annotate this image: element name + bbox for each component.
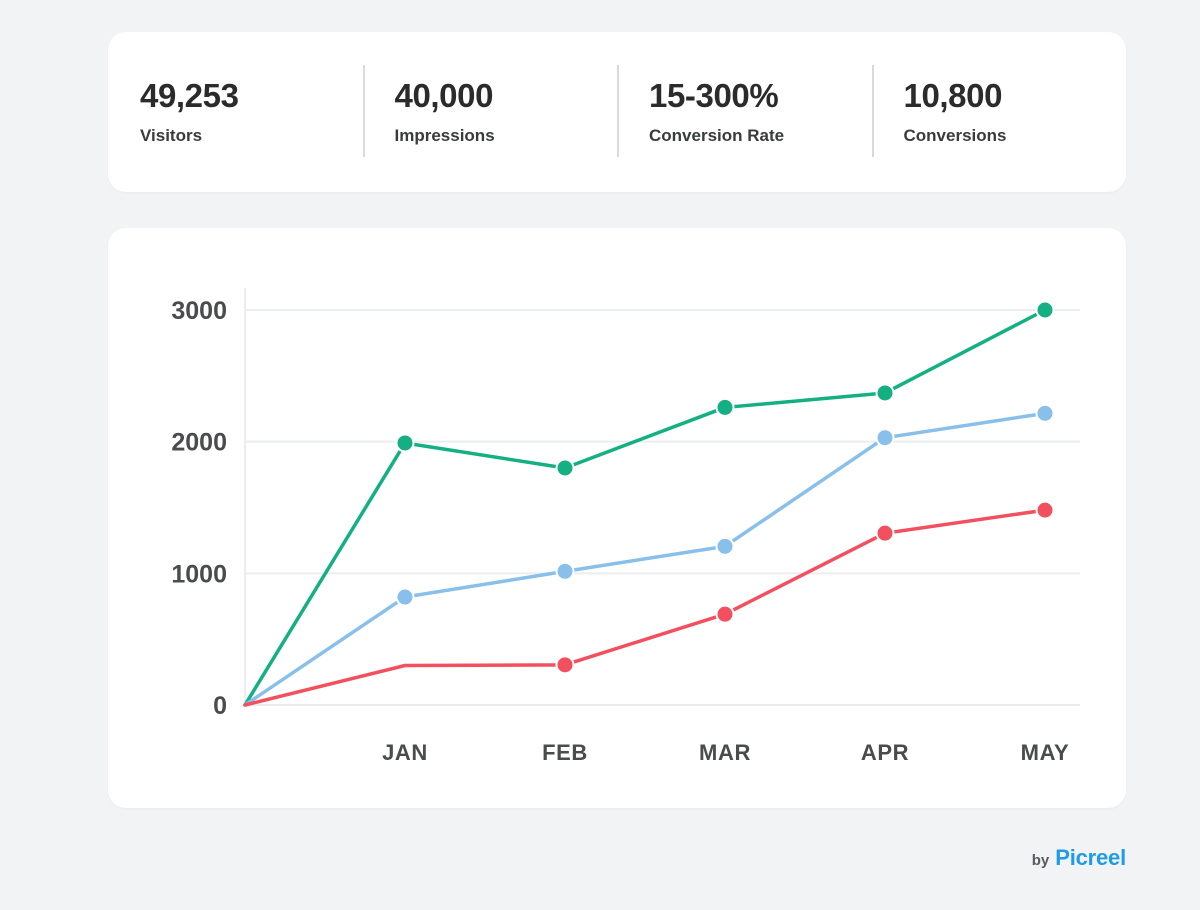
series-line (243, 411, 1047, 707)
series-data-point[interactable] (717, 538, 733, 554)
series-data-point[interactable] (397, 435, 413, 451)
chart-y-axis: 0 1000 2000 3000 (171, 297, 227, 720)
branding-by-label: by (1031, 852, 1050, 869)
branding: by Picreel (1032, 845, 1126, 871)
stats-summary-card: 49,253 Visitors 40,000 Impressions 15-30… (108, 32, 1126, 192)
stat-label: Visitors (140, 126, 203, 146)
series-data-point[interactable] (717, 399, 733, 415)
stat-impressions: 40,000 Impressions (362, 32, 618, 192)
series-data-point[interactable] (877, 525, 893, 541)
chart-x-axis: JAN FEB MAR APR MAY (382, 740, 1069, 765)
series-line (243, 508, 1047, 707)
chart-series (243, 300, 1055, 707)
stat-label: Conversion Rate (649, 126, 785, 146)
stat-visitors: 49,253 Visitors (108, 32, 363, 192)
x-axis-tick-label: APR (861, 740, 909, 765)
x-axis-tick-label: MAR (699, 740, 751, 765)
chart-gridlines (244, 288, 1080, 706)
line-chart: 0 1000 2000 3000 JAN FEB MAR APR MAY (108, 228, 1126, 808)
chart-svg: 0 1000 2000 3000 JAN FEB MAR APR MAY (171, 288, 1080, 765)
series-data-point[interactable] (557, 460, 573, 476)
y-axis-tick-label: 0 (213, 692, 227, 720)
series-data-point[interactable] (717, 606, 733, 622)
dashboard-page: 49,253 Visitors 40,000 Impressions 15-30… (0, 0, 1200, 910)
series-data-point[interactable] (1037, 405, 1053, 421)
series-data-point[interactable] (1037, 502, 1053, 518)
y-axis-tick-label: 2000 (171, 429, 227, 457)
series-data-point[interactable] (557, 657, 573, 673)
stat-value: 40,000 (394, 77, 494, 114)
chart-card: 0 1000 2000 3000 JAN FEB MAR APR MAY (108, 228, 1126, 808)
series-data-point[interactable] (1037, 302, 1053, 318)
x-axis-tick-label: MAY (1021, 740, 1070, 765)
series-data-point[interactable] (877, 385, 893, 401)
stat-label: Conversions (903, 126, 1007, 146)
y-axis-tick-label: 1000 (171, 560, 227, 588)
x-axis-tick-label: JAN (382, 740, 428, 765)
stat-conversion-rate: 15-300% Conversion Rate (617, 32, 872, 192)
series-line (243, 308, 1047, 707)
stat-conversions: 10,800 Conversions (871, 32, 1127, 192)
x-axis-tick-label: FEB (542, 740, 588, 765)
stat-label: Impressions (394, 126, 495, 146)
y-axis-tick-label: 3000 (171, 297, 227, 325)
stat-value: 49,253 (140, 77, 239, 114)
series-data-point[interactable] (557, 563, 573, 579)
stat-value: 10,800 (903, 77, 1003, 114)
series-data-point[interactable] (397, 589, 413, 605)
stat-value: 15-300% (649, 77, 779, 114)
branding-product-name: Picreel (1055, 845, 1126, 870)
series-data-point[interactable] (877, 430, 893, 446)
